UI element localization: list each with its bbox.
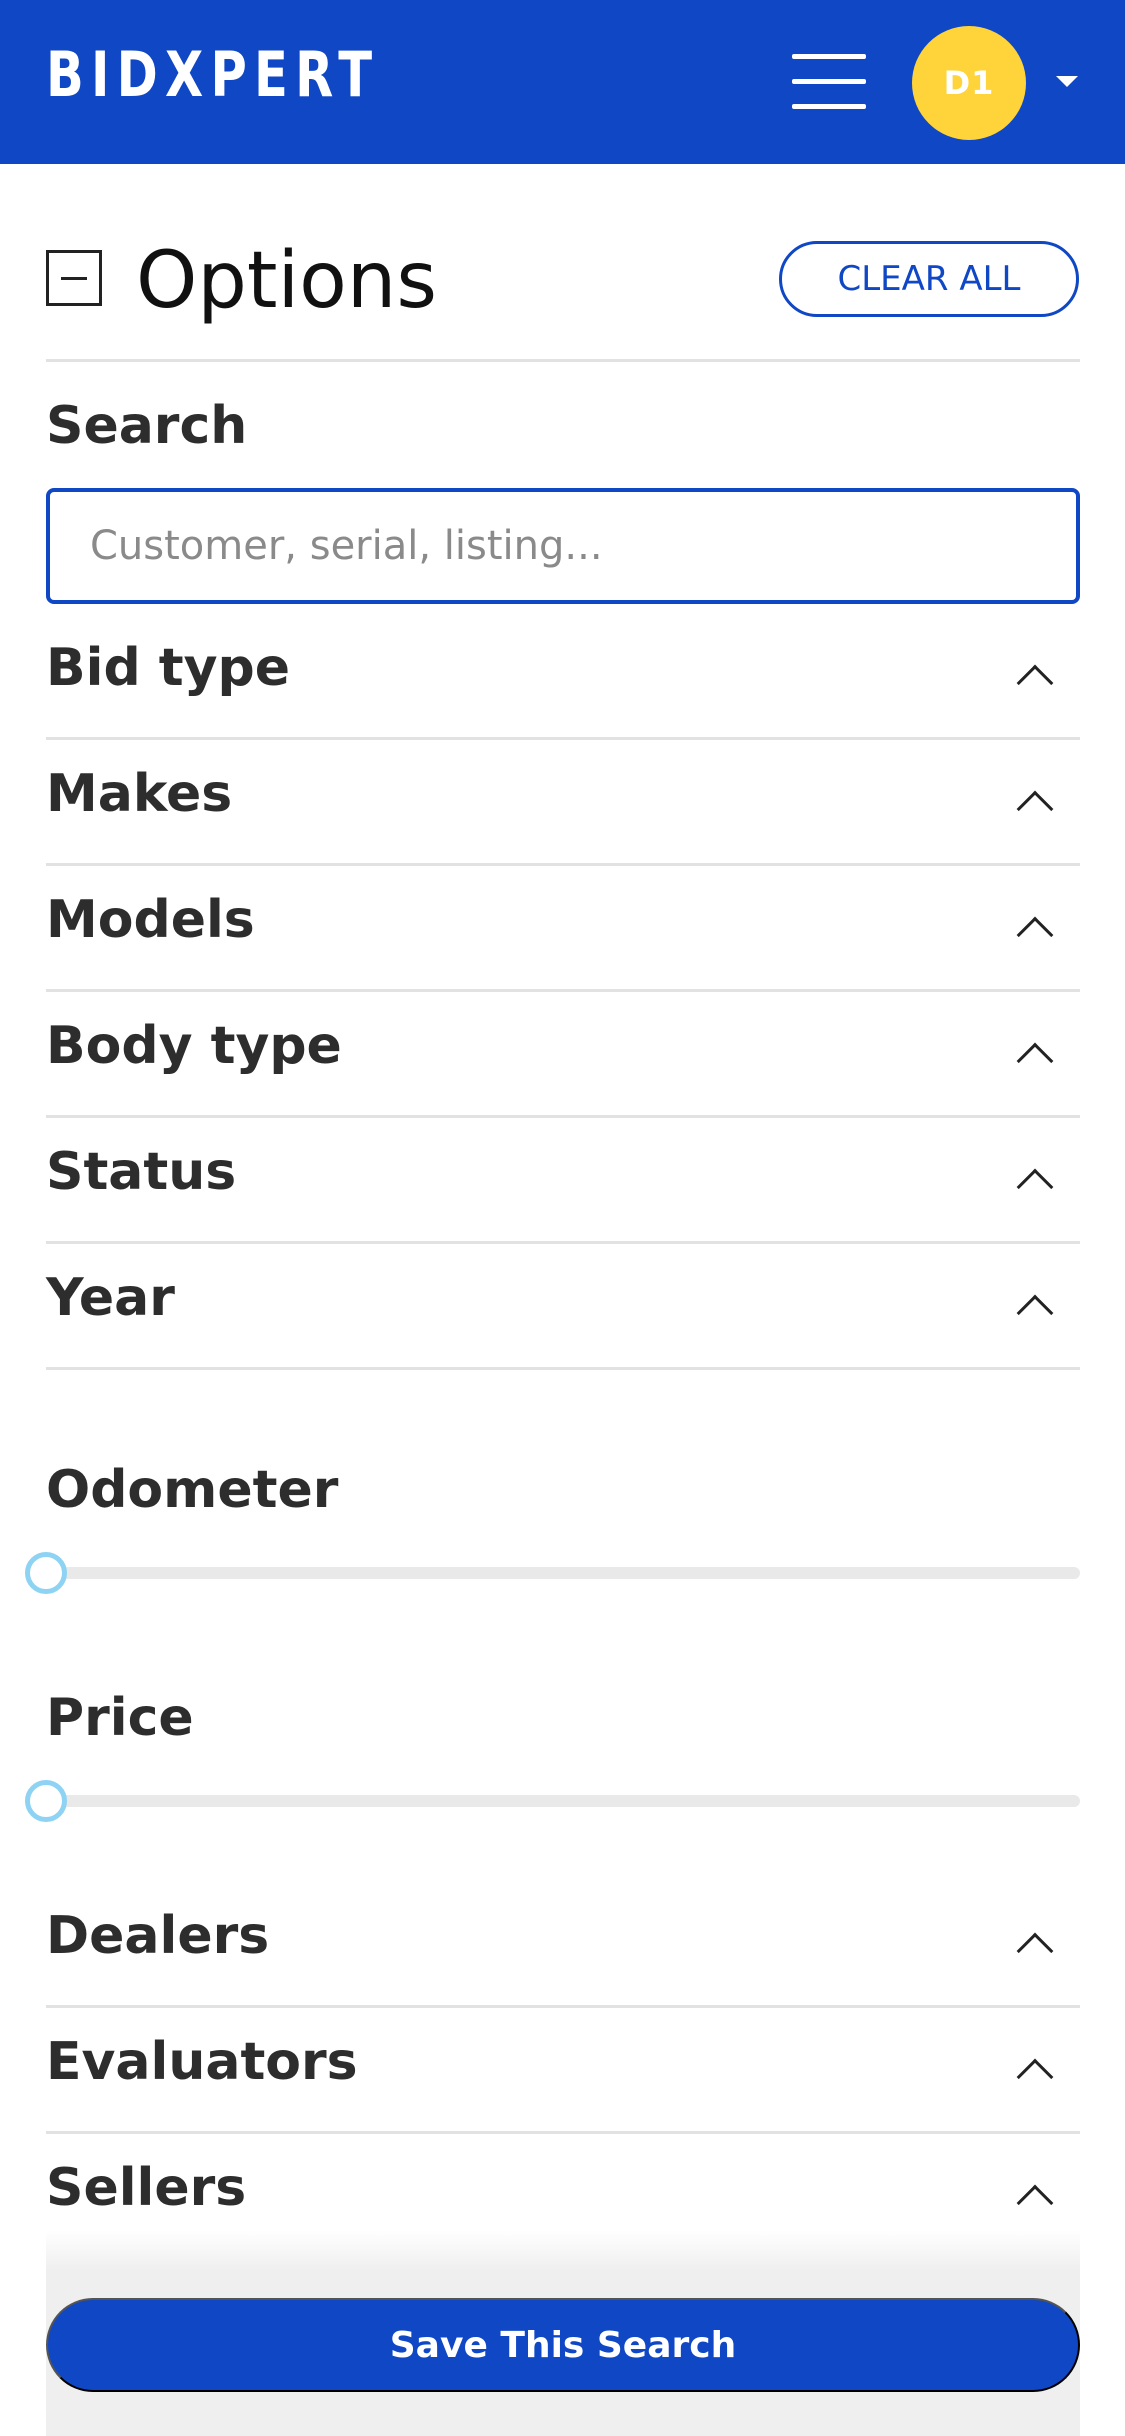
search-label: Search bbox=[46, 396, 248, 456]
page-title: Options bbox=[136, 236, 437, 326]
accordion-label: Status bbox=[46, 1142, 237, 1202]
chevron-up-icon bbox=[1016, 1042, 1054, 1080]
bidxpert-logo[interactable]: BIDXPERT bbox=[46, 38, 379, 111]
avatar[interactable]: D1 bbox=[912, 26, 1026, 140]
divider bbox=[46, 359, 1080, 362]
chevron-up-icon bbox=[1016, 916, 1054, 954]
save-search-button[interactable]: Save This Search bbox=[46, 2298, 1080, 2392]
accordion-models[interactable]: Models bbox=[46, 866, 1080, 992]
accordion-body-type[interactable]: Body type bbox=[46, 992, 1080, 1118]
accordion-status[interactable]: Status bbox=[46, 1118, 1080, 1244]
chevron-up-icon bbox=[1016, 1294, 1054, 1332]
accordion-label: Models bbox=[46, 890, 255, 950]
chevron-down-icon[interactable] bbox=[1056, 76, 1078, 87]
price-slider-track[interactable] bbox=[46, 1795, 1080, 1807]
chevron-up-icon bbox=[1016, 664, 1054, 702]
chevron-up-icon bbox=[1016, 2058, 1054, 2096]
chevron-up-icon bbox=[1016, 790, 1054, 828]
clear-all-button[interactable]: CLEAR ALL bbox=[779, 241, 1079, 317]
chevron-up-icon bbox=[1016, 1168, 1054, 1206]
odometer-label: Odometer bbox=[46, 1460, 339, 1520]
accordion-label: Evaluators bbox=[46, 2032, 358, 2092]
accordion-label: Makes bbox=[46, 764, 233, 824]
search-input[interactable] bbox=[46, 488, 1080, 604]
chevron-up-icon bbox=[1016, 1932, 1054, 1970]
menu-icon[interactable] bbox=[792, 52, 866, 112]
accordion-year[interactable]: Year bbox=[46, 1244, 1080, 1370]
collapse-options-icon[interactable] bbox=[46, 250, 102, 306]
chevron-up-icon bbox=[1016, 2184, 1054, 2222]
accordion-label: Body type bbox=[46, 1016, 342, 1076]
accordion-label: Dealers bbox=[46, 1906, 270, 1966]
accordion-bid-type[interactable]: Bid type bbox=[46, 614, 1080, 740]
accordion-evaluators[interactable]: Evaluators bbox=[46, 2008, 1080, 2134]
accordion-label: Bid type bbox=[46, 638, 291, 698]
app-header: BIDXPERT D1 bbox=[0, 0, 1125, 164]
accordion-makes[interactable]: Makes bbox=[46, 740, 1080, 866]
price-label: Price bbox=[46, 1688, 194, 1748]
accordion-label: Year bbox=[46, 1268, 175, 1328]
odometer-slider-track[interactable] bbox=[46, 1567, 1080, 1579]
accordion-label: Sellers bbox=[46, 2158, 247, 2218]
odometer-slider-handle[interactable] bbox=[25, 1552, 67, 1594]
accordion-dealers[interactable]: Dealers bbox=[46, 1882, 1080, 2008]
divider bbox=[46, 1367, 1080, 1370]
price-slider-handle[interactable] bbox=[25, 1780, 67, 1822]
